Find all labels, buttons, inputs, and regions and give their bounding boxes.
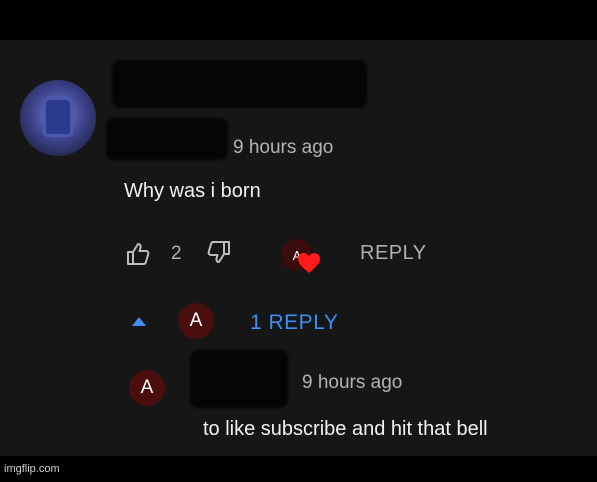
redacted-reply-username: [190, 350, 288, 408]
like-count: 2: [171, 243, 182, 264]
redacted-username-2: [106, 118, 228, 160]
avatar-figure: [46, 100, 70, 134]
caret-up-icon[interactable]: [132, 317, 146, 326]
watermark: imgflip.com: [4, 463, 60, 475]
reply-text: to like subscribe and hit that bell: [203, 418, 488, 440]
thumbs-up-icon[interactable]: [125, 241, 151, 267]
heart-icon: [298, 253, 320, 273]
creator-heart-badge: A: [281, 239, 321, 279]
reply-avatar[interactable]: A: [129, 370, 165, 406]
comment-text: Why was i born: [124, 180, 261, 202]
reply-timestamp: 9 hours ago: [302, 372, 403, 393]
commenter-avatar[interactable]: [20, 80, 96, 156]
replier-avatar-small: A: [178, 303, 214, 339]
reply-button[interactable]: REPLY: [360, 242, 427, 265]
comment-timestamp: 9 hours ago: [233, 137, 334, 158]
thumbs-down-icon[interactable]: [206, 239, 232, 265]
redacted-username: [112, 60, 367, 108]
view-replies-link[interactable]: 1 REPLY: [250, 311, 338, 335]
